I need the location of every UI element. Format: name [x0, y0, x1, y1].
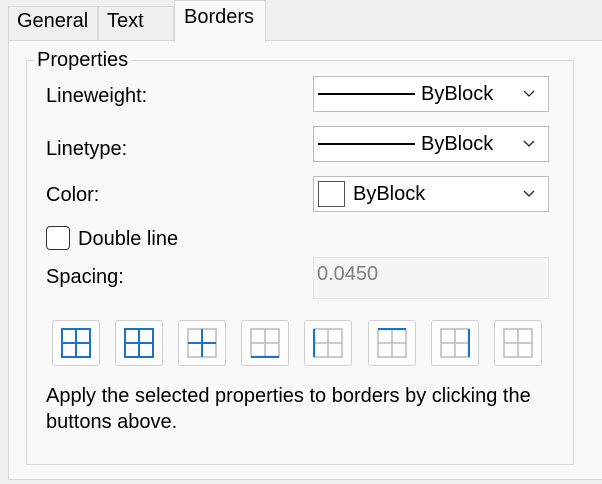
bottom-border-icon [250, 328, 280, 358]
lineweight-value: ByBlock [421, 83, 494, 105]
tab-strip: General Text [0, 0, 602, 42]
right-border-icon [440, 328, 470, 358]
tab-text[interactable]: Text [98, 6, 174, 40]
linetype-value: ByBlock [421, 133, 494, 155]
bottom-border-button[interactable] [241, 320, 289, 366]
right-border-button[interactable] [431, 320, 479, 366]
line-preview [318, 143, 415, 145]
tab-borders[interactable]: Borders [174, 0, 266, 42]
inside-borders-button[interactable] [178, 320, 226, 366]
double-line-label[interactable]: Double line [78, 227, 178, 251]
color-value: ByBlock [353, 183, 426, 205]
border-instructions-text: Apply the selected properties to borders… [46, 385, 531, 433]
top-border-icon [377, 328, 407, 358]
tab-general[interactable]: General [8, 6, 98, 40]
spacing-label: Spacing: [46, 266, 124, 288]
left-border-icon [313, 328, 343, 358]
top-border-button[interactable] [368, 320, 416, 366]
line-preview [318, 93, 415, 95]
outside-borders-icon [124, 328, 154, 358]
linetype-label: Linetype: [46, 138, 128, 160]
double-line-checkbox[interactable] [46, 226, 70, 250]
all-borders-button[interactable] [52, 320, 100, 366]
no-border-icon [503, 328, 533, 358]
all-borders-icon [61, 328, 91, 358]
chevron-down-icon [523, 190, 535, 197]
color-dropdown[interactable]: ByBlock [313, 176, 549, 212]
chevron-down-icon [523, 90, 535, 97]
outside-borders-button[interactable] [115, 320, 163, 366]
left-border-button[interactable] [304, 320, 352, 366]
lineweight-label: Lineweight: [46, 85, 148, 107]
spacing-input[interactable]: 0.0450 [313, 257, 549, 299]
inside-borders-icon [187, 328, 217, 358]
color-swatch [318, 181, 345, 207]
linetype-dropdown[interactable]: ByBlock [313, 126, 549, 162]
color-label: Color: [46, 184, 100, 206]
properties-group-title: Properties [34, 48, 132, 72]
lineweight-dropdown[interactable]: ByBlock [313, 76, 549, 112]
chevron-down-icon [523, 140, 535, 147]
no-border-button[interactable] [494, 320, 542, 366]
